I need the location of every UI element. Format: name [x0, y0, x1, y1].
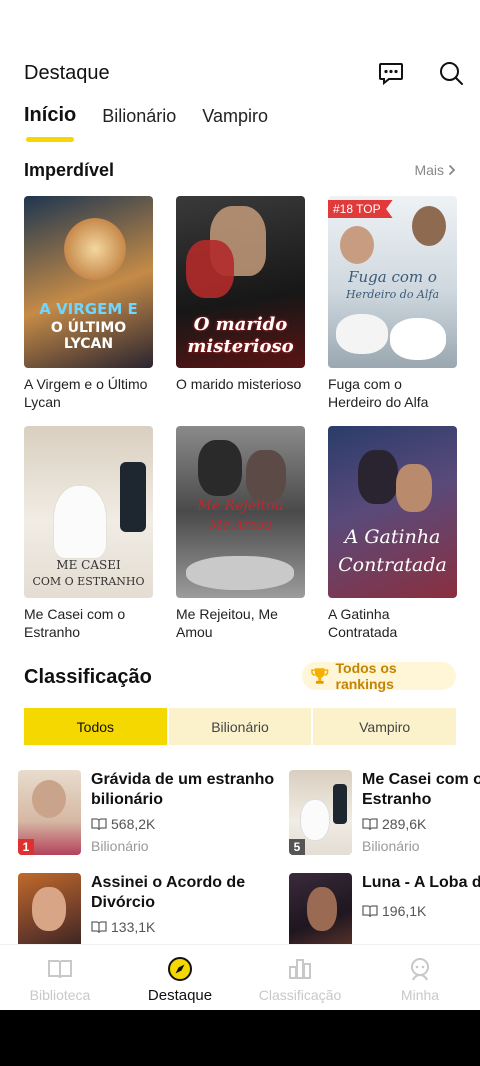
nav-biblioteca[interactable]: Biblioteca — [0, 945, 120, 1010]
category-tabs: Início Bilionário Vampiro — [24, 104, 268, 142]
book-card[interactable]: ME CASEI COM O ESTRANHO Me Casei com o E… — [24, 426, 153, 643]
compass-icon — [166, 955, 194, 983]
ranking-item[interactable]: 5 Me Casei com o Estranho 289,6K Bilioná… — [289, 770, 480, 860]
open-book-icon — [91, 921, 107, 934]
nav-label: Minha — [400, 987, 440, 1003]
segment-todos[interactable]: Todos — [24, 708, 169, 745]
top-header: Destaque — [0, 52, 480, 96]
rank-number: 5 — [289, 839, 305, 855]
book-card[interactable]: A VIRGEM E O ÚLTIMO LYCAN A Virgem e o Ú… — [24, 196, 153, 413]
cover-text-line: Fuga com o — [348, 268, 437, 286]
section-title-classificacao: Classificação — [24, 666, 152, 688]
cover-text-line: misterioso — [187, 336, 294, 357]
nav-label: Biblioteca — [29, 987, 91, 1003]
cover-text-line: ME CASEI — [56, 558, 121, 572]
book-cover: A Gatinha Contratada — [328, 426, 457, 598]
cover-text-line: O marido — [193, 314, 288, 335]
system-navigation-bar — [0, 1010, 480, 1066]
cover-text-line: Me Rejeitou — [197, 498, 284, 514]
tab-vampiro[interactable]: Vampiro — [202, 104, 268, 136]
trophy-icon — [311, 668, 329, 684]
user-icon — [406, 955, 434, 983]
book-card[interactable]: A Gatinha Contratada A Gatinha Contratad… — [328, 426, 457, 643]
nav-minha[interactable]: Minha — [360, 945, 480, 1010]
book-cover: ME CASEI COM O ESTRANHO — [24, 426, 153, 598]
open-book-icon — [91, 818, 107, 831]
ranking-genre: Bilionário — [362, 838, 420, 854]
reads-count: 289,6K — [382, 816, 427, 832]
book-title: Fuga com o Herdeiro do Alfa — [328, 376, 429, 410]
ranking-title: Grávida de um estranho bilionário — [91, 771, 275, 808]
chat-icon[interactable] — [376, 58, 406, 88]
more-link[interactable]: Mais — [414, 162, 456, 178]
ranking-item[interactable]: 1 Grávida de um estranho bilionário 568,… — [18, 770, 274, 860]
tab-inicio[interactable]: Início — [24, 104, 76, 142]
book-icon — [46, 955, 74, 983]
ranking-cover: 5 — [289, 770, 352, 855]
open-book-icon — [362, 905, 378, 918]
reads-count: 133,1K — [111, 919, 156, 935]
ranking-title: Luna - A Loba da — [362, 874, 480, 891]
ranking-reads: 196,1K — [362, 903, 426, 919]
section-title-imperdivel: Imperdível — [24, 160, 115, 180]
nav-label: Classificação — [258, 987, 342, 1003]
open-book-icon — [362, 818, 378, 831]
segment-vampiro[interactable]: Vampiro — [313, 708, 456, 745]
ranking-genre: Bilionário — [91, 838, 149, 854]
bottom-navigation: Biblioteca Destaque Classificação Minha — [0, 944, 480, 1010]
featured-book-grid: A VIRGEM E O ÚLTIMO LYCAN A Virgem e o Ú… — [24, 196, 464, 643]
ranking-title: Assinei o Acordo de Divórcio — [91, 874, 246, 911]
rank-number: 1 — [18, 839, 34, 855]
all-rankings-button[interactable]: Todos os rankings — [302, 660, 456, 692]
page-title: Destaque — [24, 62, 110, 84]
cover-text-line: Me Amou — [208, 518, 273, 533]
bar-chart-icon — [286, 955, 314, 983]
chevron-right-icon — [448, 164, 456, 176]
ranking-reads: 568,2K — [91, 816, 155, 832]
cover-text-line: Contratada — [338, 554, 447, 576]
book-card[interactable]: O marido misterioso O marido misterioso — [176, 196, 305, 413]
reads-count: 568,2K — [111, 816, 156, 832]
cover-text-line: Herdeiro do Alfa — [345, 288, 440, 301]
book-card[interactable]: #18 TOP Fuga com o Herdeiro do Alfa Fuga… — [328, 196, 457, 413]
ranking-segmented-control: Todos Bilionário Vampiro — [24, 708, 456, 745]
book-cover: O marido misterioso — [176, 196, 305, 368]
ranking-title: Me Casei com o Estranho — [362, 771, 480, 808]
ranking-reads: 133,1K — [91, 919, 155, 935]
nav-label: Destaque — [147, 987, 213, 1004]
nav-classificacao[interactable]: Classificação — [240, 945, 360, 1010]
book-card[interactable]: Me Rejeitou Me Amou Me Rejeitou, Me Amou — [176, 426, 305, 643]
book-title: O marido misterioso — [176, 376, 302, 392]
ranking-reads: 289,6K — [362, 816, 426, 832]
top-badge: #18 TOP — [328, 200, 393, 218]
book-title: Me Casei com o Estranho — [24, 606, 126, 640]
reads-count: 196,1K — [382, 903, 427, 919]
cover-text-line: A Gatinha — [344, 526, 441, 548]
book-title: Me Rejeitou, Me Amou — [176, 606, 278, 640]
cover-text-line: COM O ESTRANHO — [32, 575, 145, 588]
nav-destaque[interactable]: Destaque — [120, 945, 240, 1010]
cover-text-line: A VIRGEM E — [39, 300, 138, 318]
search-icon[interactable] — [436, 58, 466, 88]
book-cover: A VIRGEM E O ÚLTIMO LYCAN — [24, 196, 153, 368]
segment-bilionario[interactable]: Bilionário — [169, 708, 314, 745]
book-title: A Gatinha Contratada — [328, 606, 398, 640]
app-screen: Destaque Início Bilionário Vampiro Imper… — [0, 0, 480, 1010]
cover-text-line: O ÚLTIMO LYCAN — [50, 320, 127, 352]
tab-bilionario[interactable]: Bilionário — [102, 104, 176, 136]
more-label: Mais — [414, 162, 444, 178]
all-rankings-label: Todos os rankings — [335, 660, 397, 692]
book-cover: Me Rejeitou Me Amou — [176, 426, 305, 598]
ranking-cover: 1 — [18, 770, 81, 855]
book-cover: #18 TOP Fuga com o Herdeiro do Alfa — [328, 196, 457, 368]
book-title: A Virgem e o Último Lycan — [24, 376, 148, 410]
